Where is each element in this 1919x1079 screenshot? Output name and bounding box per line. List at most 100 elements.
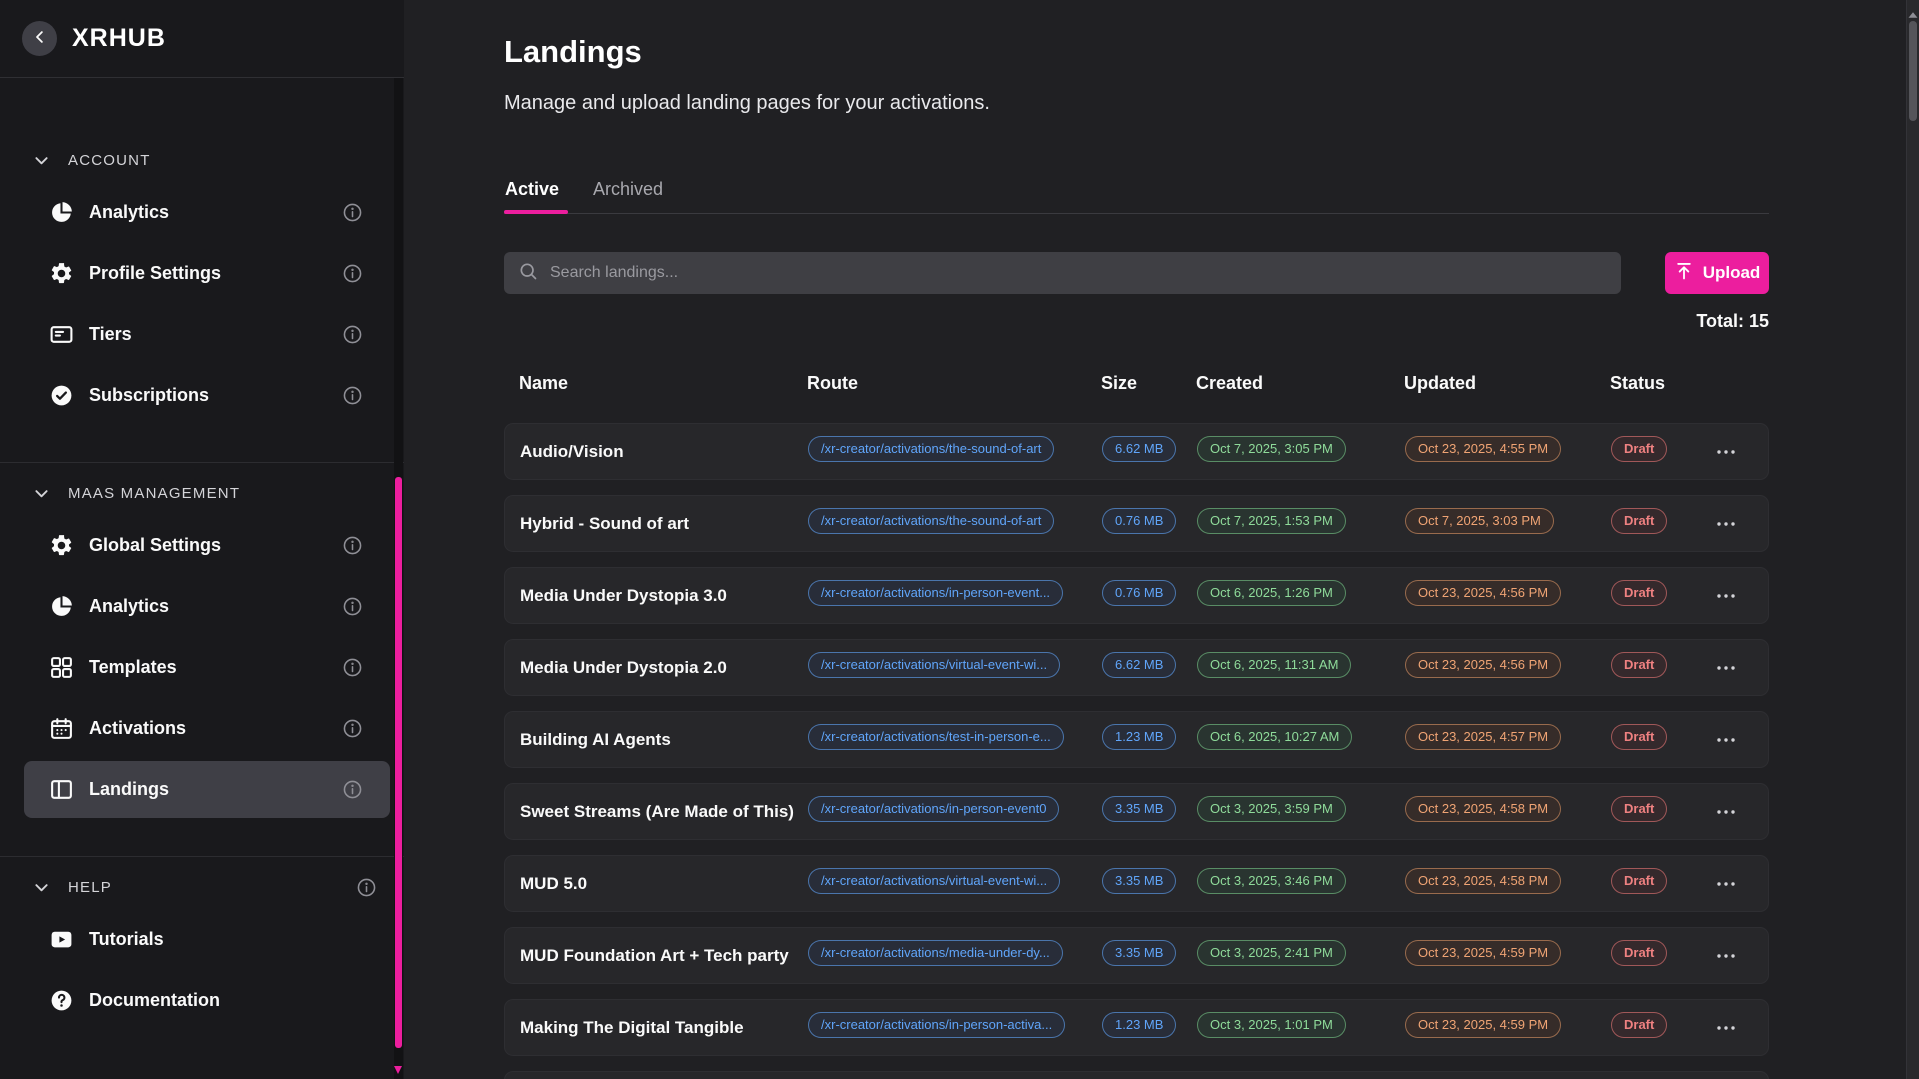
row-route-pill[interactable]: /xr-creator/activations/virtual-event-wi… [808,652,1060,679]
table-row[interactable]: Sweet Streams (Are Made of This) /xr-cre… [504,783,1769,840]
row-route-pill[interactable]: /xr-creator/activations/test-in-person-e… [808,724,1064,751]
row-name: Making The Digital Tangible [520,1018,808,1038]
section-info-icon[interactable] [356,877,377,898]
row-actions-button[interactable] [1709,723,1743,757]
sidebar: XRHUB ACCOUNT Analytics Profile Settings… [0,0,404,1079]
item-label: Landings [89,779,169,800]
section-header-maas-management[interactable]: MAAS MANAGEMENT [0,475,404,511]
row-created-pill: Oct 7, 2025, 3:05 PM [1197,436,1346,463]
chevron-down-icon [32,484,51,503]
row-actions-button[interactable] [1709,579,1743,613]
app-title: XRHUB [72,24,166,53]
item-info-icon[interactable] [342,596,363,617]
row-name: Media Under Dystopia 3.0 [520,586,808,606]
row-created-pill: Oct 3, 2025, 3:46 PM [1197,868,1346,895]
section-header-account[interactable]: ACCOUNT [0,142,404,178]
row-route-pill[interactable]: /xr-creator/activations/in-person-activa… [808,1012,1065,1039]
sidebar-item-tiers[interactable]: Tiers [24,306,390,363]
total-count: Total: 15 [504,311,1769,333]
sidebar-item-tutorials[interactable]: Tutorials [24,911,390,968]
row-updated-pill: Oct 23, 2025, 4:55 PM [1405,436,1561,463]
row-size-pill: 1.23 MB [1102,724,1176,751]
row-created-pill: Oct 6, 2025, 1:26 PM [1197,580,1346,607]
sidebar-item-landings[interactable]: Landings [24,761,390,818]
row-updated-pill: Oct 23, 2025, 4:56 PM [1405,580,1561,607]
sidebar-section: ACCOUNT Analytics Profile Settings Tiers… [0,142,404,462]
table-row[interactable]: Media Under Dystopia 2.0 /xr-creator/act… [504,639,1769,696]
item-label: Analytics [89,596,169,617]
analytics-pie-chart-icon [49,594,74,619]
row-size-pill: 6.62 MB [1102,652,1176,679]
row-status-pill: Draft [1611,508,1667,535]
sidebar-item-subscriptions[interactable]: Subscriptions [24,367,390,424]
sidebar-item-profile-settings[interactable]: Profile Settings [24,245,390,302]
row-name: Hybrid - Sound of art [520,514,808,534]
sidebar-scroll-down-arrow[interactable] [394,1066,402,1074]
item-info-icon[interactable] [342,779,363,800]
tab-archived[interactable]: Archived [592,179,672,213]
item-info-icon[interactable] [342,718,363,739]
row-status-pill: Draft [1611,940,1667,967]
upload-label: Upload [1703,263,1761,283]
row-updated-pill: Oct 23, 2025, 4:59 PM [1405,1012,1561,1039]
row-status-pill: Draft [1611,868,1667,895]
table-row[interactable]: Building AI Agents /xr-creator/activatio… [504,711,1769,768]
table-row[interactable]: MUD 5.0 /xr-creator/activations/virtual-… [504,855,1769,912]
table-row[interactable]: Making The Digital Tangible /xr-creator/… [504,999,1769,1056]
row-route-pill[interactable]: /xr-creator/activations/in-person-event.… [808,580,1063,607]
table-row[interactable]: Hybrid - Sound of art /xr-creator/activa… [504,495,1769,552]
sidebar-item-activations[interactable]: Activations [24,700,390,757]
item-label: Analytics [89,202,169,223]
item-info-icon[interactable] [342,535,363,556]
gear-icon [49,261,74,286]
table-row[interactable]: MUD Foundation Art + Tech party /xr-crea… [504,927,1769,984]
row-actions-button[interactable] [1709,1011,1743,1045]
item-info-icon[interactable] [342,324,363,345]
row-actions-button[interactable] [1709,507,1743,541]
row-actions-button[interactable] [1709,795,1743,829]
item-info-icon[interactable] [342,657,363,678]
item-label: Subscriptions [89,385,209,406]
row-actions-button[interactable] [1709,651,1743,685]
window-scrollbar-thumb[interactable] [1909,21,1917,121]
row-actions-button[interactable] [1709,435,1743,469]
back-button[interactable] [22,21,57,56]
search-input[interactable] [550,264,1607,282]
sidebar-item-templates[interactable]: Templates [24,639,390,696]
item-info-icon[interactable] [342,202,363,223]
row-actions-button[interactable] [1709,867,1743,901]
row-name: MUD Foundation Art + Tech party [520,946,808,966]
table-row[interactable]: Audio/Vision /xr-creator/activations/the… [504,423,1769,480]
row-route-pill[interactable]: /xr-creator/activations/virtual-event-wi… [808,868,1060,895]
section-header-help[interactable]: HELP [0,869,404,905]
table-row[interactable]: Media Under Dystopia 3.0 /xr-creator/act… [504,567,1769,624]
window-scrollbar[interactable] [1906,0,1919,1079]
row-route-pill[interactable]: /xr-creator/activations/in-person-event0 [808,796,1059,823]
sidebar-scrollbar-thumb[interactable] [395,477,402,1048]
sidebar-item-global-settings[interactable]: Global Settings [24,517,390,574]
row-name: MUD 5.0 [520,874,808,894]
check-circle-icon [49,383,74,408]
column-header-name: Name [519,373,807,394]
item-info-icon[interactable] [342,263,363,284]
row-actions-button[interactable] [1709,939,1743,973]
table-rows: Audio/Vision /xr-creator/activations/the… [504,423,1769,1056]
item-info-icon[interactable] [342,385,363,406]
sidebar-scrollbar[interactable] [394,78,403,1079]
main-content: Landings Manage and upload landing pages… [404,0,1919,1079]
question-circle-icon [49,988,74,1013]
row-status-pill: Draft [1611,796,1667,823]
row-size-pill: 3.35 MB [1102,796,1176,823]
sidebar-item-analytics[interactable]: Analytics [24,578,390,635]
row-route-pill[interactable]: /xr-creator/activations/the-sound-of-art [808,508,1054,535]
sidebar-item-analytics[interactable]: Analytics [24,184,390,241]
row-route-pill[interactable]: /xr-creator/activations/the-sound-of-art [808,436,1054,463]
sidebar-section: MAAS MANAGEMENT Global Settings Analytic… [0,462,404,856]
row-route-pill[interactable]: /xr-creator/activations/media-under-dy..… [808,940,1063,967]
gear-icon [49,533,74,558]
sidebar-item-documentation[interactable]: Documentation [24,972,390,1029]
row-updated-pill: Oct 23, 2025, 4:57 PM [1405,724,1561,751]
upload-button[interactable]: Upload [1665,252,1769,294]
tab-active[interactable]: Active [504,179,568,213]
landings-layout-icon [49,777,74,802]
